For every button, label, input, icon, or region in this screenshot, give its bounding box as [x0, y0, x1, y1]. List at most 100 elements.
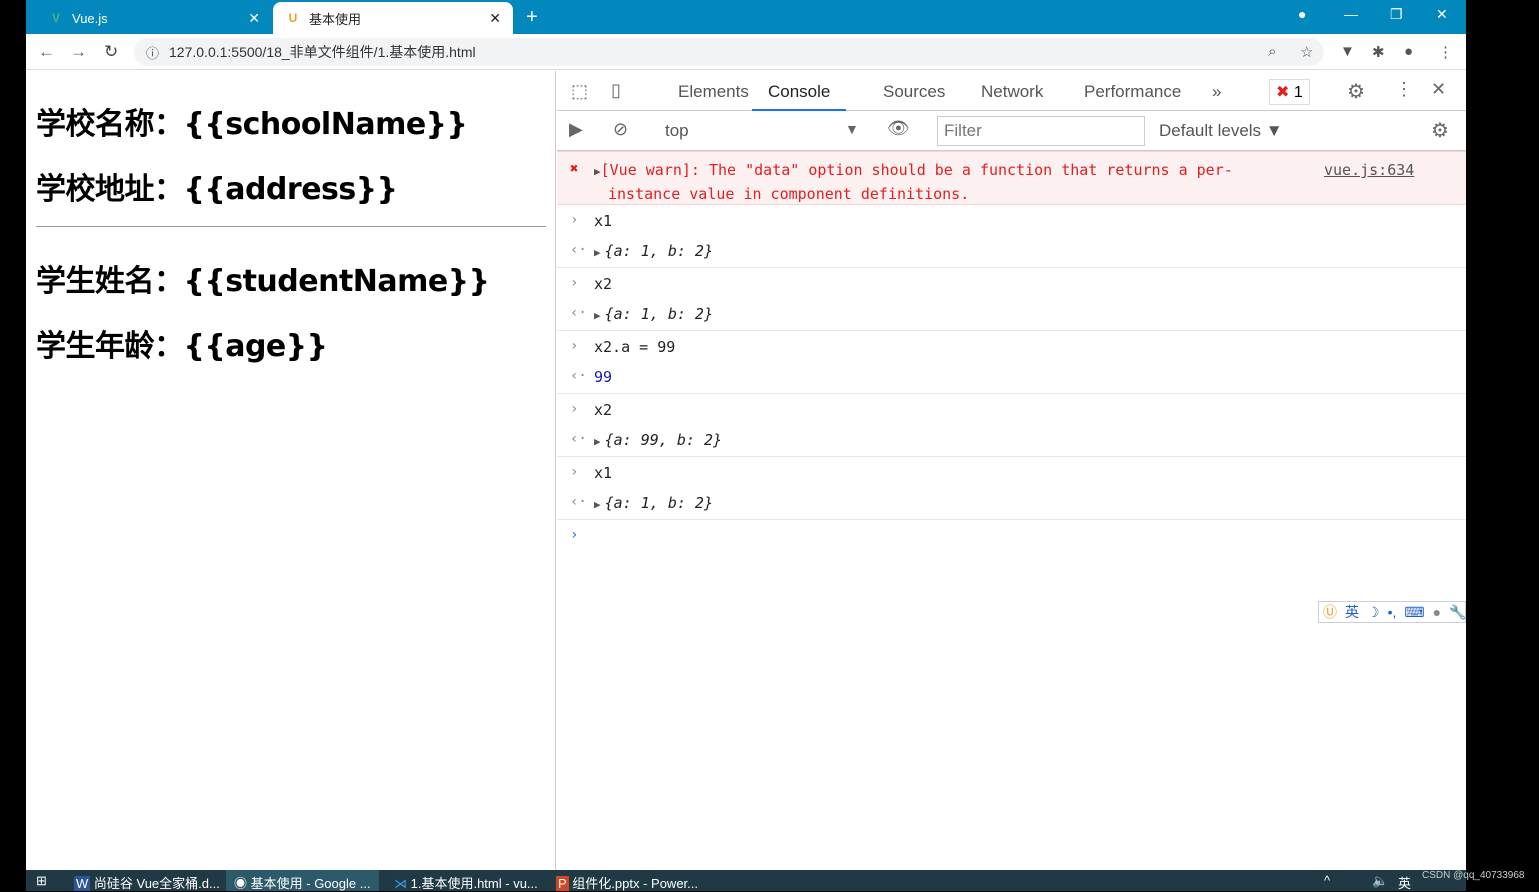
log-levels-select[interactable]: Default levels ▼	[1159, 121, 1283, 141]
wrench-icon[interactable]: 🔧	[1449, 604, 1466, 621]
taskbar-label: 1.基本使用.html - vu...	[410, 876, 538, 891]
tab-performance[interactable]: Performance	[1084, 82, 1181, 102]
tray-lang[interactable]: 英	[1398, 873, 1411, 892]
console-input: › x1	[557, 205, 1466, 236]
context-dropdown-icon[interactable]: ▼	[845, 121, 859, 137]
close-devtools-icon[interactable]: ✕	[1431, 79, 1446, 100]
moon-icon[interactable]: ☽	[1367, 604, 1380, 621]
url-text: 127.0.0.1:5500/18_非单文件组件/1.基本使用.html	[169, 44, 476, 60]
punctuation-icon[interactable]: •,	[1388, 604, 1397, 620]
vue-devtools-icon[interactable]: ▼	[1340, 43, 1355, 60]
error-icon: ✖	[1276, 84, 1290, 101]
back-icon[interactable]: ←	[38, 42, 55, 62]
extensions-icon[interactable]: ✱	[1372, 43, 1385, 61]
devtools-panel: ⬚ ▯ Elements Console Sources Network Per…	[557, 71, 1466, 870]
console-settings-icon[interactable]: ⚙	[1431, 118, 1449, 143]
output-value[interactable]: {a: 1, b: 2}	[605, 305, 713, 323]
close-tab-icon[interactable]: ✕	[248, 10, 260, 27]
close-window-icon[interactable]: ✕	[1436, 6, 1448, 23]
bookmark-star-icon[interactable]: ☆	[1300, 43, 1313, 61]
output-value[interactable]: {a: 1, b: 2}	[605, 242, 713, 260]
keyboard-icon[interactable]: ⌨	[1404, 604, 1424, 621]
taskbar-item-word[interactable]: W 尚硅谷 Vue全家桶.d...	[74, 873, 220, 892]
devtools-tabs: ⬚ ▯ Elements Console Sources Network Per…	[557, 71, 1466, 111]
vue-logo-icon: V	[51, 11, 60, 25]
prompt-chevron-icon: ›	[570, 527, 579, 543]
tab-title: Vue.js	[72, 10, 108, 26]
inspect-element-icon[interactable]: ⬚	[571, 81, 588, 102]
word-icon: W	[74, 876, 91, 891]
filter-input[interactable]	[937, 116, 1145, 146]
zoom-icon[interactable]: ⌕	[1268, 43, 1276, 60]
tab-basic-usage[interactable]: U 基本使用 ✕	[273, 2, 513, 34]
error-icon: ✖	[570, 161, 579, 177]
output-value[interactable]: {a: 1, b: 2}	[605, 494, 713, 512]
output-value: 99	[594, 368, 613, 386]
user-icon[interactable]: ●	[1433, 604, 1441, 620]
tab-sources[interactable]: Sources	[883, 82, 945, 102]
tab-console[interactable]: Console	[752, 82, 847, 111]
volume-icon[interactable]: 🔈	[1372, 873, 1388, 889]
output-value[interactable]: {a: 99, b: 2}	[605, 431, 722, 449]
tab-elements[interactable]: Elements	[678, 82, 749, 102]
expand-triangle-icon[interactable]: ▶	[594, 498, 601, 511]
expand-triangle-icon[interactable]: ▶	[594, 246, 601, 259]
settings-gear-icon[interactable]: ⚙	[1347, 79, 1365, 104]
error-count-badge[interactable]: ✖ 1	[1269, 79, 1310, 105]
result-arrow-icon: ‹·	[570, 431, 587, 447]
expand-triangle-icon[interactable]: ▶	[594, 165, 601, 178]
context-select[interactable]: top	[665, 121, 689, 141]
taskbar-label: 组件化.pptx - Power...	[572, 876, 698, 891]
input-text: x2	[594, 401, 613, 419]
input-text: x1	[594, 212, 613, 230]
expand-triangle-icon[interactable]: ▶	[594, 309, 601, 322]
restore-icon[interactable]: ❐	[1390, 6, 1403, 23]
expand-triangle-icon[interactable]: ▶	[594, 435, 601, 448]
chrome-icon: ◉	[234, 876, 248, 891]
minimize-icon[interactable]: —	[1344, 6, 1358, 22]
ime-logo-icon: Ⓤ	[1323, 604, 1337, 620]
taskbar-item-chrome[interactable]: ◉ 基本使用 - Google ...	[226, 870, 379, 891]
result-arrow-icon: ‹·	[570, 494, 587, 510]
result-arrow-icon: ‹·	[570, 305, 587, 321]
close-tab-icon[interactable]: ✕	[489, 10, 501, 27]
more-options-icon[interactable]: ⋮	[1395, 79, 1413, 100]
sidebar-toggle-icon[interactable]: ▶	[569, 119, 583, 140]
live-expression-eye-icon[interactable]: 👁	[887, 118, 910, 139]
console-output: ‹· ▶ {a: 1, b: 2}	[557, 299, 1466, 331]
address-bar[interactable]: ⓘ 127.0.0.1:5500/18_非单文件组件/1.基本使用.html	[134, 38, 1324, 66]
menu-icon[interactable]: ⋮	[1438, 43, 1453, 61]
error-message: [Vue warn]: The "data" option should be …	[600, 161, 1233, 203]
ime-lang[interactable]: 英	[1345, 602, 1359, 622]
tray-chevron-icon[interactable]: ^	[1324, 873, 1330, 888]
start-icon[interactable]: ⊞	[36, 873, 47, 889]
taskbar-item-powerpoint[interactable]: P 组件化.pptx - Power...	[556, 873, 698, 892]
tab-vuejs[interactable]: V Vue.js ✕	[36, 2, 272, 34]
taskbar-label: 基本使用 - Google ...	[250, 876, 371, 891]
vscode-icon: ⋊	[394, 876, 407, 891]
page-content: 学校名称：{{schoolName}} 学校地址：{{address}} 学生姓…	[26, 71, 556, 870]
taskbar-item-vscode[interactable]: ⋊ 1.基本使用.html - vu...	[394, 873, 538, 892]
console-input: › x2	[557, 268, 1466, 299]
clear-console-icon[interactable]: ⊘	[613, 119, 628, 140]
divider	[36, 226, 546, 227]
input-chevron-icon: ›	[570, 275, 579, 291]
new-tab-icon[interactable]: +	[526, 6, 538, 29]
console-error: ✖ ▶[Vue warn]: The "data" option should …	[557, 151, 1466, 205]
profile-avatar-icon[interactable]: ●	[1404, 43, 1413, 60]
input-text: x2	[594, 275, 613, 293]
input-chevron-icon: ›	[570, 212, 579, 228]
console-toolbar: ▶ ⊘ top ▼ 👁 Default levels ▼ ⚙	[557, 111, 1466, 151]
live-server-icon: U	[288, 11, 298, 25]
forward-icon[interactable]: →	[70, 42, 87, 62]
reload-icon[interactable]: ↻	[104, 42, 118, 62]
student-name: 学生姓名：{{studentName}}	[36, 264, 490, 299]
console-prompt[interactable]: ›	[557, 520, 1466, 551]
more-tabs-icon[interactable]: »	[1212, 82, 1221, 102]
profile-menu-icon[interactable]: ●	[1298, 6, 1306, 22]
info-icon: ⓘ	[146, 45, 160, 61]
tab-network[interactable]: Network	[981, 82, 1043, 102]
error-source-link[interactable]: vue.js:634	[1324, 159, 1414, 181]
device-toolbar-icon[interactable]: ▯	[611, 80, 621, 101]
ime-toolbar[interactable]: Ⓤ 英 ☽ •, ⌨ ● 🔧	[1318, 601, 1466, 623]
